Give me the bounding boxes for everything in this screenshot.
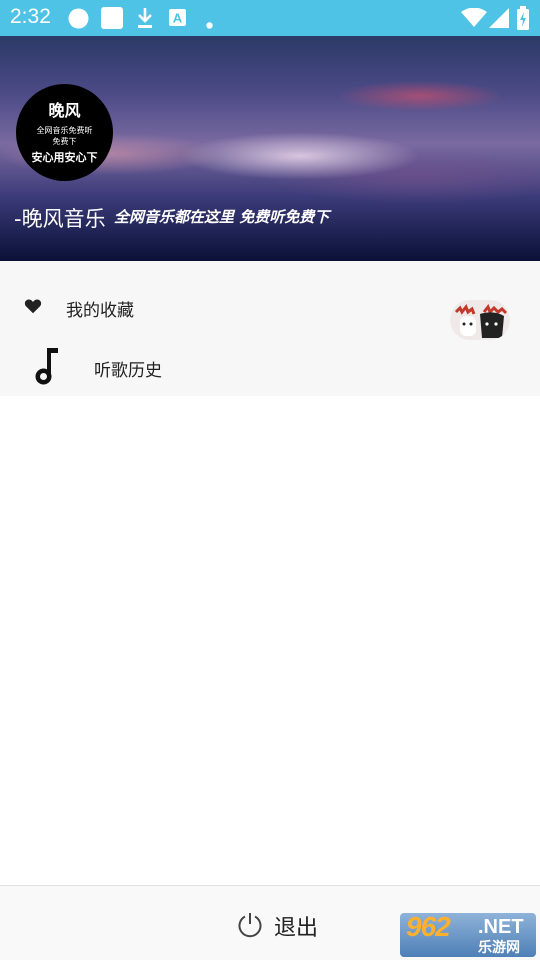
watermark-domain: .NET: [478, 916, 524, 938]
app-avatar[interactable]: 晚风 全网音乐免费听 免费下 安心用安心下: [16, 84, 113, 181]
download-icon: [137, 7, 153, 33]
logout-label: 退出: [274, 916, 319, 941]
avatar-bottom: 安心用安心下: [31, 150, 98, 164]
status-bar: 2:32 A: [0, 0, 540, 36]
menu-item-label: 听歌历史: [94, 361, 162, 381]
heart-icon: [24, 298, 42, 318]
watermark-sub: 乐游网: [478, 940, 520, 956]
watermark-logo: 962 .NET 乐游网: [400, 913, 536, 957]
menu-item-favorites[interactable]: 我的收藏: [0, 276, 540, 340]
app-name: -晚风音乐: [14, 207, 106, 231]
signal-icon: [489, 8, 509, 32]
translate-a-icon: A: [169, 9, 186, 30]
menu-item-history[interactable]: 听歌历史: [0, 336, 540, 396]
avatar-line-1: 全网音乐免费听: [36, 125, 93, 135]
favorite-thumbnail: [450, 300, 510, 340]
bottom-bar: 退出 962 .NET 乐游网: [0, 885, 540, 960]
power-icon: [236, 911, 264, 943]
battery-charging-icon: [517, 6, 529, 34]
drawer-menu: 我的收藏 听歌历史: [0, 261, 540, 396]
profile-header: 晚风 全网音乐免费听 免费下 安心用安心下 -晚风音乐 全网音乐都在这里 免费听…: [0, 36, 540, 261]
dot-icon: [206, 14, 213, 33]
music-note-icon: [34, 348, 60, 390]
circle-icon: [68, 8, 89, 33]
status-time: 2:32: [10, 5, 51, 28]
avatar-title: 晚风: [48, 100, 81, 120]
svg-text:A: A: [173, 11, 183, 26]
wifi-icon: [461, 7, 487, 32]
avatar-line-2: 免费下: [52, 136, 77, 146]
menu-item-label: 我的收藏: [66, 301, 134, 321]
logout-button[interactable]: 退出: [236, 910, 336, 943]
square-icon: [101, 7, 123, 33]
watermark-number: 962: [406, 913, 451, 942]
app-slogan: 全网音乐都在这里 免费听免费下: [114, 208, 330, 226]
